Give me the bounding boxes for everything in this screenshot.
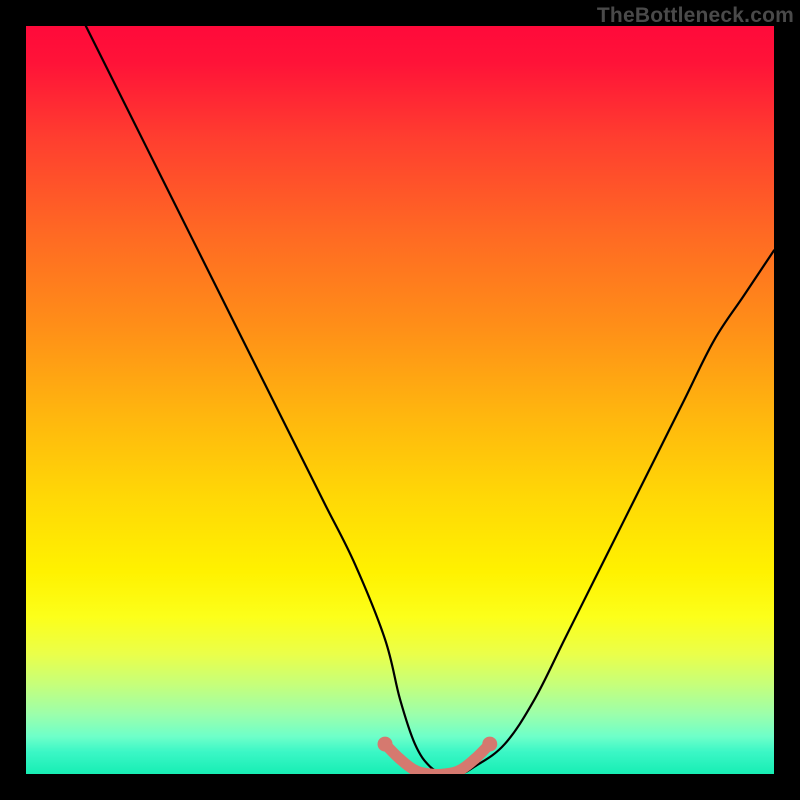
- chart-frame: TheBottleneck.com: [0, 0, 800, 800]
- optimal-band-dot: [378, 737, 393, 752]
- optimal-band-group: [378, 737, 498, 774]
- bottleneck-curve-group: [86, 26, 774, 774]
- plot-area: [26, 26, 774, 774]
- optimal-band-dot: [469, 754, 480, 765]
- curve-svg: [26, 26, 774, 774]
- watermark-text: TheBottleneck.com: [597, 4, 794, 28]
- optimal-band-dot: [395, 754, 406, 765]
- bottleneck-curve: [86, 26, 774, 774]
- optimal-band-dot: [482, 737, 497, 752]
